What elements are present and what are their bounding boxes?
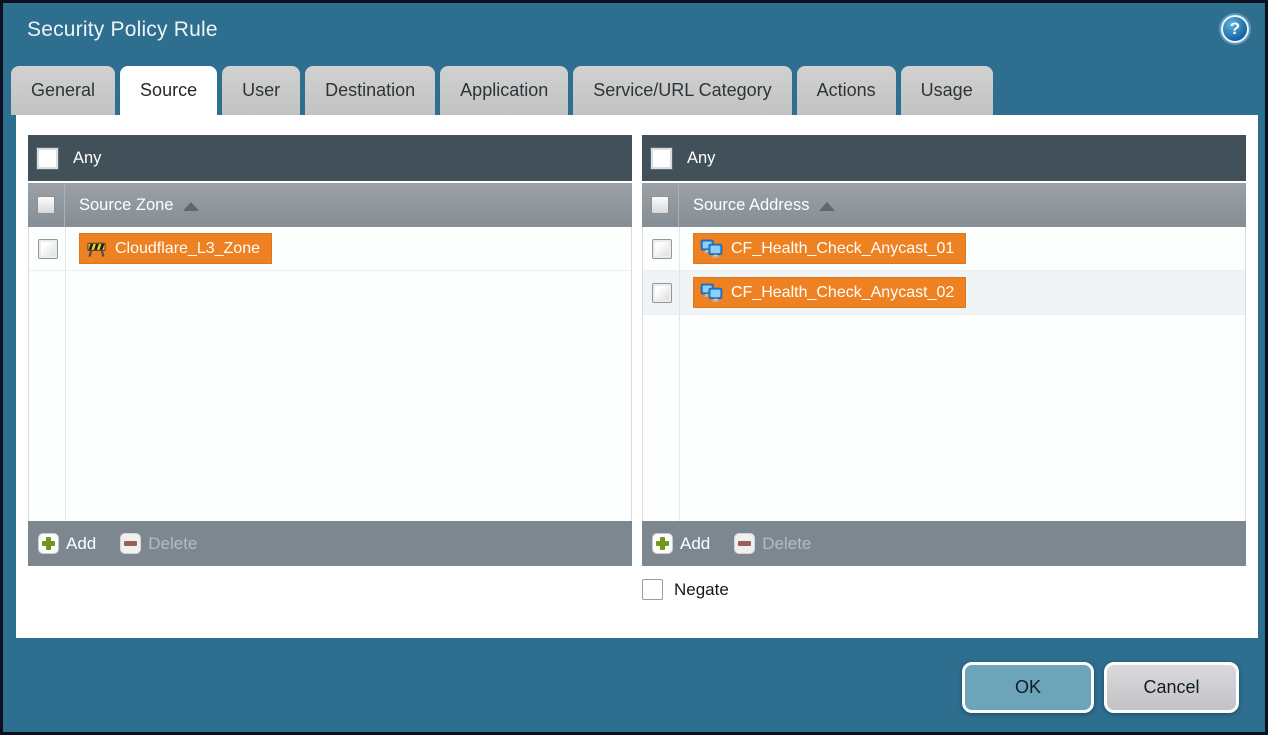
source-zone-select-all-checkbox[interactable] [37,196,55,214]
tab-actions[interactable]: Actions [797,66,896,115]
sort-ascending-icon [183,202,199,211]
source-zone-any-checkbox[interactable] [37,148,58,169]
negate-label: Negate [674,580,729,600]
ok-button[interactable]: OK [962,662,1094,713]
zone-item-chip[interactable]: Cloudflare_L3_Zone [79,233,272,264]
add-plus-icon [652,533,673,554]
table-row: CF_Health_Check_Anycast_01 [643,227,1245,271]
add-button[interactable]: Add [38,533,96,554]
source-zone-any-label: Any [73,149,101,168]
negate-row: Negate [642,579,729,600]
source-panels: Any Source Zone [28,135,1246,566]
address-hosts-icon [700,283,723,303]
source-address-column-header[interactable]: Source Address [642,183,1246,227]
tab-user[interactable]: User [222,66,300,115]
row-checkbox[interactable] [38,239,58,259]
row-checkbox[interactable] [652,239,672,259]
delete-button[interactable]: Delete [120,533,197,554]
source-address-select-all-checkbox[interactable] [651,196,669,214]
table-row: CF_Health_Check_Anycast_02 [643,271,1245,315]
source-address-any-label: Any [687,149,715,168]
cancel-button[interactable]: Cancel [1104,662,1239,713]
source-address-any-row: Any [642,135,1246,181]
address-hosts-icon [700,239,723,259]
source-address-panel: Any Source Address [642,135,1246,566]
source-address-toolbar: Add Delete [642,521,1246,566]
source-address-rows: CF_Health_Check_Anycast_01 [642,227,1246,521]
address-item-label: CF_Health_Check_Anycast_02 [731,284,954,302]
source-zone-column-header[interactable]: Source Zone [28,183,632,227]
source-address-column-label: Source Address [693,196,809,215]
tab-destination[interactable]: Destination [305,66,435,115]
delete-minus-icon [734,533,755,554]
tab-source[interactable]: Source [120,66,217,115]
zone-item-label: Cloudflare_L3_Zone [115,240,260,258]
tab-general[interactable]: General [11,66,115,115]
address-item-label: CF_Health_Check_Anycast_01 [731,240,954,258]
sort-ascending-icon [819,202,835,211]
tab-bar: General Source User Destination Applicat… [11,66,993,115]
source-zone-panel: Any Source Zone [28,135,632,566]
help-glyph: ? [1230,19,1240,39]
delete-button[interactable]: Delete [734,533,811,554]
page-title: Security Policy Rule [27,18,218,42]
security-policy-rule-dialog: Security Policy Rule ? General Source Us… [0,0,1268,735]
select-all-cell [642,183,679,227]
tab-application[interactable]: Application [440,66,568,115]
select-all-cell [28,183,65,227]
add-plus-icon [38,533,59,554]
tab-usage[interactable]: Usage [901,66,993,115]
dialog-buttons: OK Cancel [962,662,1239,713]
help-icon[interactable]: ? [1221,15,1249,43]
zone-barrier-icon [86,239,107,258]
address-item-chip[interactable]: CF_Health_Check_Anycast_01 [693,233,966,264]
source-zone-toolbar: Add Delete [28,521,632,566]
table-row: Cloudflare_L3_Zone [29,227,631,271]
tab-service-url-category[interactable]: Service/URL Category [573,66,791,115]
address-item-chip[interactable]: CF_Health_Check_Anycast_02 [693,277,966,308]
row-checkbox[interactable] [652,283,672,303]
source-zone-column-label: Source Zone [79,196,173,215]
source-zone-rows: Cloudflare_L3_Zone [28,227,632,521]
add-button[interactable]: Add [652,533,710,554]
negate-checkbox[interactable] [642,579,663,600]
source-zone-any-row: Any [28,135,632,181]
delete-minus-icon [120,533,141,554]
tab-content-source: Any Source Zone [16,115,1258,638]
source-address-any-checkbox[interactable] [651,148,672,169]
